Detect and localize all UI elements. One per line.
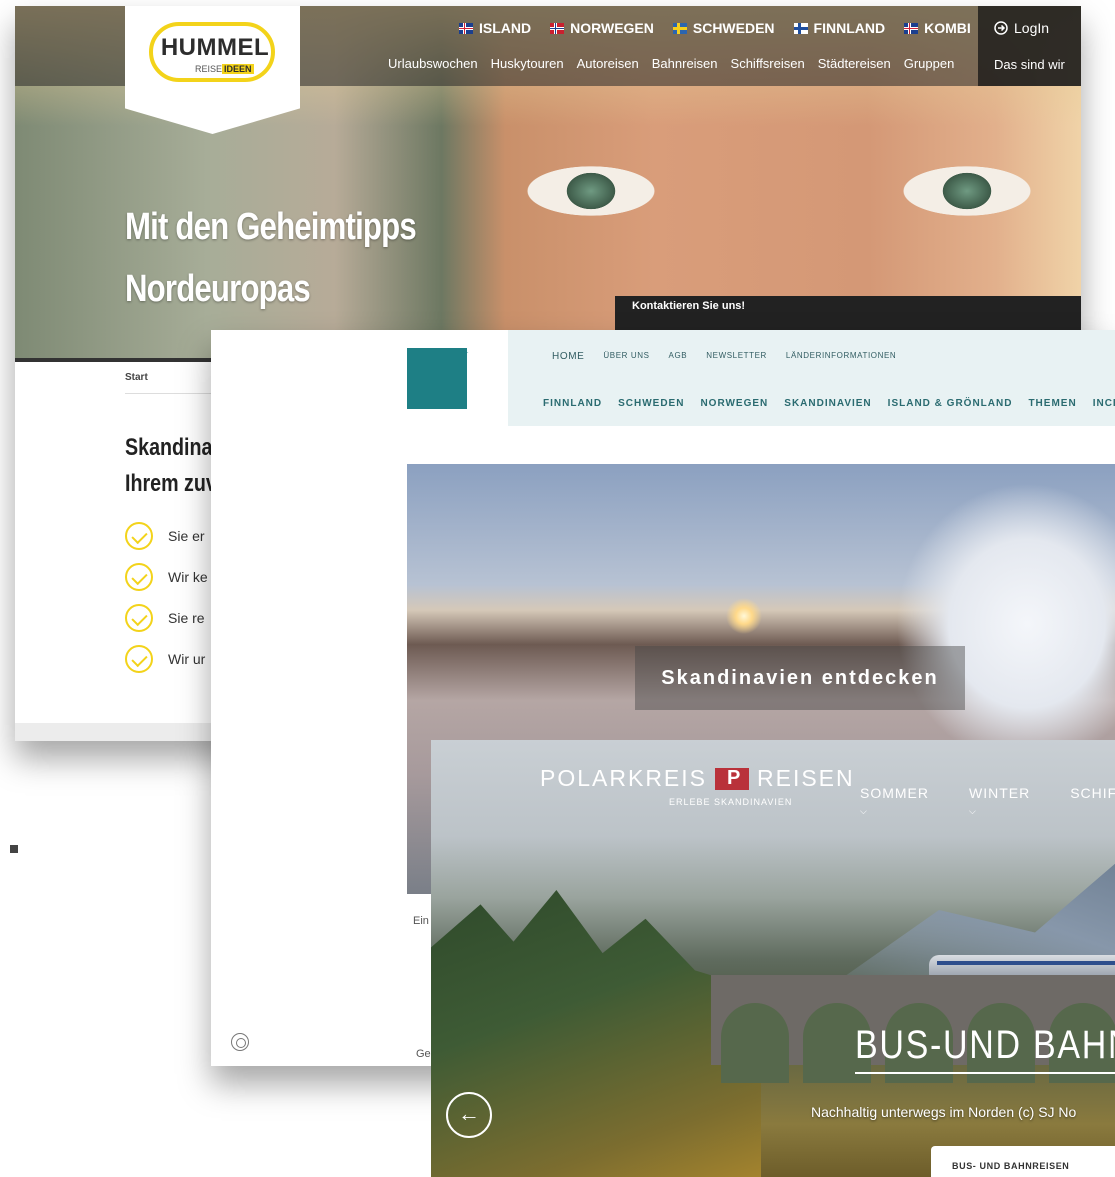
subnav-gruppen[interactable]: Gruppen [904, 56, 955, 71]
norway-flag-icon [550, 22, 565, 34]
hummel-logo[interactable]: HUMMEL REISE IDEEN [125, 6, 300, 134]
login-icon [994, 21, 1008, 35]
topnav-laenderinfo[interactable]: LÄNDERINFORMATIONEN [786, 351, 896, 362]
iceland-flag-icon [459, 22, 473, 34]
hummel-headline: Mit den Geheimtipps Nordeuropas [125, 206, 417, 310]
breadcrumb[interactable]: Start [125, 372, 148, 383]
mainnav-island-groenland[interactable]: ISLAND & GRÖNLAND [888, 398, 1013, 409]
checkmark-icon [125, 521, 153, 550]
chevron-down-icon: ⌵ [860, 806, 868, 816]
finland-flag-icon [793, 22, 808, 34]
polarkreis-logo[interactable]: POLARKREIS REISEN [540, 765, 855, 792]
train-image [929, 955, 1115, 977]
hero-label[interactable]: Skandinavien entdecken [635, 646, 965, 710]
sweden-flag-icon [672, 22, 687, 34]
topnav-ueber-uns[interactable]: ÜBER UNS [603, 351, 649, 362]
polarkreis-nav: SOMMER ⌵ WINTER ⌵ SCHIFFS [860, 785, 1115, 817]
benefit-list: Sie er Wir ke Sie re Wir ur [125, 515, 208, 679]
brand-mark-icon [715, 767, 749, 790]
sparkle-icon: ✦ [459, 346, 470, 360]
subnav-bahnreisen[interactable]: Bahnreisen [652, 56, 718, 71]
nav-island[interactable]: ISLAND [459, 20, 531, 36]
nordic-logo[interactable]: nordic holidays [407, 348, 467, 422]
nav-finnland[interactable]: FINNLAND [793, 20, 885, 36]
nav-kombi[interactable]: KOMBI [904, 20, 971, 36]
nordic-mainnav: FINNLAND SCHWEDEN NORWEGEN SKANDINAVIEN … [543, 398, 1115, 409]
country-nav: ISLAND NORWEGEN SCHWEDEN FINNLAND KOMBI [459, 20, 971, 36]
slider-prev-button[interactable]: ← [446, 1092, 492, 1138]
section-title: Skandinav Ihrem zuv [125, 434, 224, 497]
hummel-subnav: Urlaubswochen Huskytouren Autoreisen Bah… [388, 56, 954, 71]
subnav-autoreisen[interactable]: Autoreisen [577, 56, 639, 71]
chevron-down-icon: ⌵ [969, 806, 977, 816]
nav-schiffsreisen[interactable]: SCHIFFS [1070, 785, 1115, 817]
bullet-marker [10, 845, 18, 853]
mainnav-norwegen[interactable]: NORWEGEN [700, 398, 768, 409]
list-item: Wir ke [125, 556, 208, 597]
about-link[interactable]: Das sind wir [994, 57, 1065, 72]
subnav-schiffsreisen[interactable]: Schiffsreisen [731, 56, 805, 71]
topnav-newsletter[interactable]: NEWSLETTER [706, 351, 767, 362]
hummel-account-box: LogIn Das sind wir [978, 6, 1081, 86]
mainnav-skandinavien[interactable]: SKANDINAVIEN [784, 398, 871, 409]
list-item: Sie er [125, 515, 208, 556]
slide-title: BUS-UND BAHNR [855, 1023, 1115, 1067]
kombi-flag-icon [904, 22, 919, 34]
arrow-left-icon: ← [458, 1101, 480, 1126]
subnav-huskytouren[interactable]: Huskytouren [491, 56, 564, 71]
cookie-settings-icon[interactable] [231, 1033, 249, 1051]
checkmark-icon [125, 603, 153, 632]
nav-norwegen[interactable]: NORWEGEN [550, 20, 654, 36]
mainnav-schweden[interactable]: SCHWEDEN [618, 398, 684, 409]
nav-schweden[interactable]: SCHWEDEN [672, 20, 775, 36]
login-link[interactable]: LogIn [994, 20, 1049, 36]
subnav-staedtereisen[interactable]: Städtereisen [818, 56, 891, 71]
mainnav-finnland[interactable]: FINNLAND [543, 398, 602, 409]
nordic-topnav: HOME ÜBER UNS AGB NEWSLETTER LÄNDERINFOR… [552, 351, 896, 362]
mainnav-incentives[interactable]: INCEN [1093, 398, 1115, 409]
checkmark-icon [125, 644, 153, 673]
list-item: Sie re [125, 597, 208, 638]
nav-sommer[interactable]: SOMMER ⌵ [860, 785, 929, 817]
nav-winter[interactable]: WINTER ⌵ [969, 785, 1030, 817]
subnav-urlaubswochen[interactable]: Urlaubswochen [388, 56, 478, 71]
list-item: Wir ur [125, 638, 208, 679]
nordic-nav: HOME ÜBER UNS AGB NEWSLETTER LÄNDERINFOR… [508, 330, 1115, 426]
polarkreis-window: POLARKREIS REISEN ERLEBE SKANDINAVIEN SO… [431, 740, 1115, 1177]
contact-bar[interactable]: Kontaktieren Sie uns! [615, 296, 1081, 333]
mainnav-themen[interactable]: THEMEN [1028, 398, 1076, 409]
category-tag[interactable]: BUS- UND BAHNREISEN [931, 1146, 1115, 1177]
checkmark-icon [125, 562, 153, 591]
slide-caption: Nachhaltig unterwegs im Norden (c) SJ No [811, 1104, 1077, 1120]
topnav-home[interactable]: HOME [552, 351, 584, 362]
topnav-agb[interactable]: AGB [669, 351, 688, 362]
